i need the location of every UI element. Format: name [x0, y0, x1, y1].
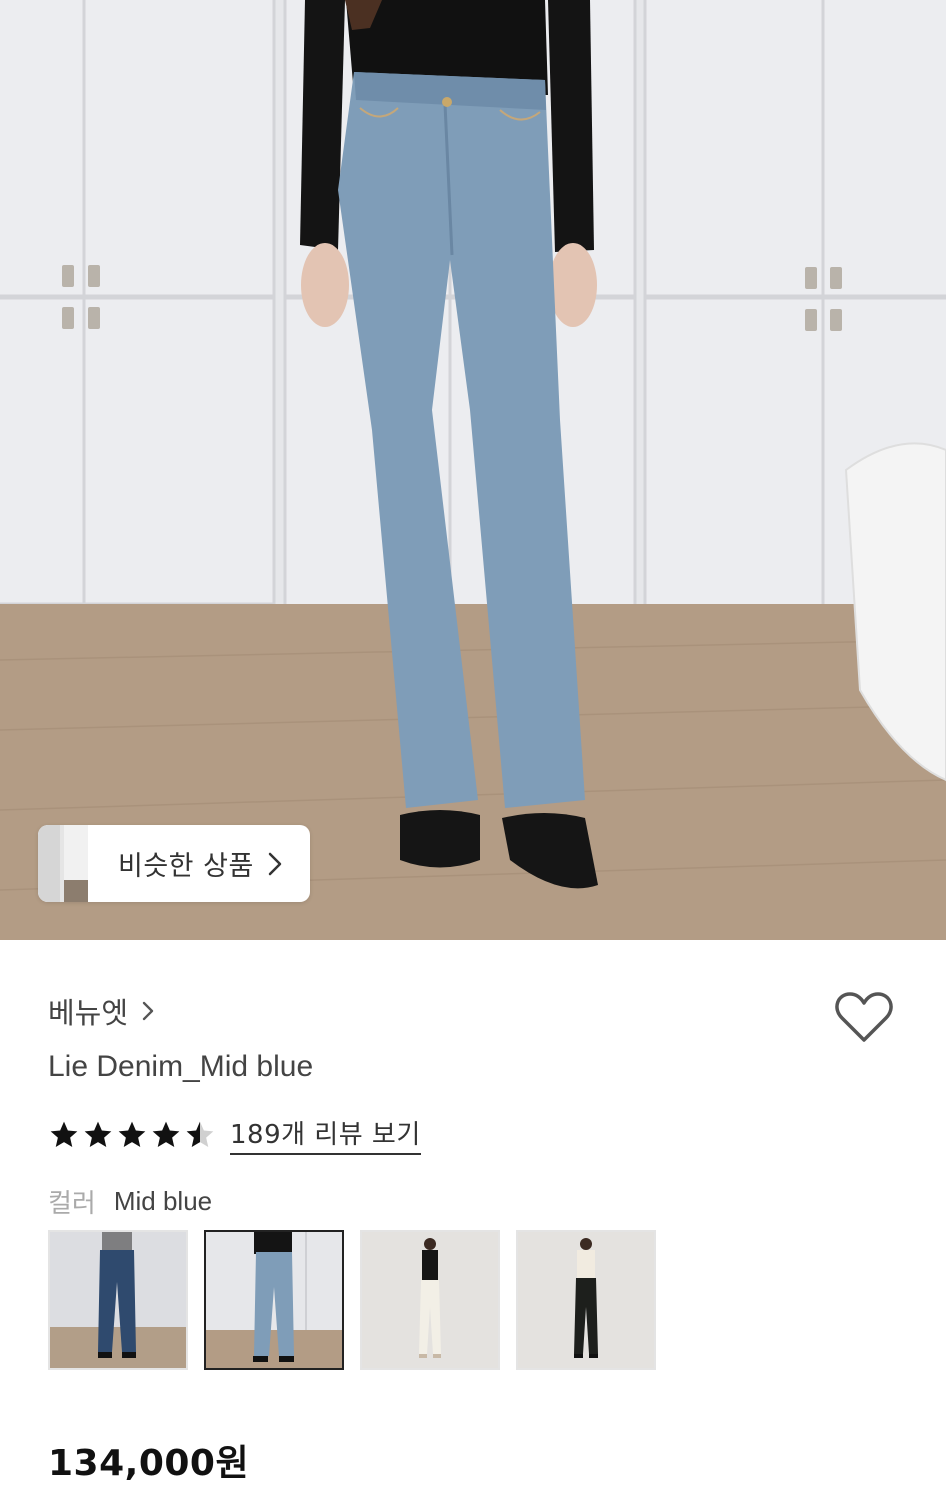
color-swatch-dark-denim[interactable] — [48, 1230, 188, 1370]
chevron-right-icon — [142, 1000, 154, 1022]
color-swatches — [48, 1230, 656, 1370]
star-half-icon — [186, 1121, 214, 1147]
color-value: Mid blue — [113, 1186, 213, 1216]
product-title: Lie Denim_Mid blue — [48, 1050, 314, 1083]
chevron-right-icon — [268, 852, 282, 876]
rating-row: 189개 리뷰 보기 — [48, 1114, 421, 1155]
color-swatch-ivory[interactable] — [360, 1230, 500, 1370]
similar-products-thumbnail — [38, 825, 88, 902]
product-price: 134,000원 — [48, 1443, 250, 1484]
brand-name: 베뉴엣 — [48, 996, 129, 1030]
similar-products-label: 비슷한 상품 — [118, 851, 254, 882]
star-full-icon — [50, 1121, 78, 1147]
color-row: 컬러 Mid blue — [48, 1183, 212, 1220]
star-full-icon — [118, 1121, 146, 1147]
similar-products-button[interactable]: 비슷한 상품 — [38, 825, 310, 902]
hero-photo — [0, 0, 946, 940]
product-hero-image: 비슷한 상품 — [0, 0, 946, 940]
wishlist-heart-icon[interactable] — [834, 990, 894, 1046]
color-swatch-mid-blue[interactable] — [204, 1230, 344, 1370]
color-label: 컬러 — [48, 1189, 96, 1219]
color-swatch-black[interactable] — [516, 1230, 656, 1370]
star-full-icon — [152, 1121, 180, 1147]
brand-link[interactable]: 베뉴엣 — [48, 990, 154, 1032]
rating-stars — [48, 1119, 216, 1151]
review-link[interactable]: 189개 리뷰 보기 — [230, 1114, 421, 1155]
star-full-icon — [84, 1121, 112, 1147]
